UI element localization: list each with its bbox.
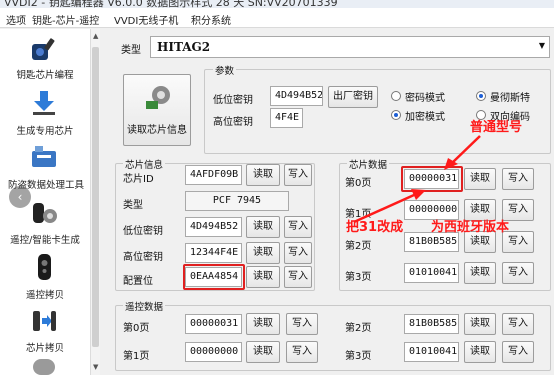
remote-page1-read-button[interactable]: 读取 xyxy=(246,341,280,363)
type-select[interactable]: HITAG2 ▼ xyxy=(150,36,550,58)
download-arrow-icon xyxy=(33,91,55,115)
chip-high-key-write-button[interactable]: 写入 xyxy=(284,242,312,264)
page0-highlight xyxy=(401,166,463,192)
chip-copy-icon xyxy=(33,311,56,331)
radio-password-mode[interactable] xyxy=(391,91,401,101)
page2-field[interactable]: 81B0B585 xyxy=(404,232,459,252)
low-key-field[interactable]: 4D494B52 xyxy=(270,86,323,106)
remote-gear-icon xyxy=(33,203,57,223)
sidebar-item-label: 生成专用芯片 xyxy=(16,126,74,137)
remote-page2-label: 第2页 xyxy=(345,323,372,334)
page0-write-button[interactable]: 写入 xyxy=(502,168,534,190)
config-bits-read-button[interactable]: 读取 xyxy=(246,266,280,288)
params-title: 参数 xyxy=(213,63,237,77)
remote-page3-read-button[interactable]: 读取 xyxy=(464,341,496,363)
remote-page0-write-button[interactable]: 写入 xyxy=(286,313,318,335)
remote-page1-write-button[interactable]: 写入 xyxy=(286,341,318,363)
annotation-change-31-tail: 为西班牙版本 xyxy=(431,220,510,235)
window-title: VVDI2 - 钥匙编程器 V6.0.0 数据图示样式 28 天 SN:VV20… xyxy=(4,0,338,8)
chevron-down-icon: ▼ xyxy=(538,41,545,50)
page3-write-button[interactable]: 写入 xyxy=(502,262,534,284)
remote-page3-label: 第3页 xyxy=(345,351,372,362)
chip-low-key-read-button[interactable]: 读取 xyxy=(246,216,280,238)
remote-page2-write-button[interactable]: 写入 xyxy=(502,313,534,335)
menu-options[interactable]: 选项 xyxy=(6,12,26,27)
page3-read-button[interactable]: 读取 xyxy=(464,262,496,284)
remote-page0-label: 第0页 xyxy=(123,323,150,334)
menu-bar: 选项 钥匙-芯片-遥控 VVDI无线子机 积分系统 xyxy=(0,8,554,28)
chip-low-key-write-button[interactable]: 写入 xyxy=(284,216,312,238)
chip-id-write-button[interactable]: 写入 xyxy=(284,164,312,186)
main-panel: 类型 HITAG2 ▼ 读取芯片信息 参数 低位密钥 4D494B52 高位密钥… xyxy=(101,29,554,375)
radio-password-mode-label: 密码模式 xyxy=(405,93,445,104)
chip-data-title: 芯片数据 xyxy=(347,157,390,171)
annotation-change-31: 把31改成 xyxy=(346,220,404,235)
radio-manchester[interactable] xyxy=(476,91,486,101)
chip-type-field: PCF 7945 xyxy=(185,191,289,211)
low-key-label: 低位密钥 xyxy=(213,95,253,106)
radio-crypto-mode[interactable] xyxy=(391,110,401,120)
sidebar-scrollbar[interactable]: ▲ ▼ xyxy=(90,29,100,375)
chip-high-key-field[interactable]: 12344F4E xyxy=(185,243,242,263)
remote-page3-field[interactable]: 01010041 xyxy=(404,342,459,362)
remote-page2-read-button[interactable]: 读取 xyxy=(464,313,496,335)
remote-copy-icon xyxy=(38,254,51,280)
prev-arrow-icon[interactable]: ‹ xyxy=(9,186,31,208)
remote-page1-label: 第1页 xyxy=(123,351,150,362)
chip-high-key-label: 高位密钥 xyxy=(123,252,163,263)
gear-icon xyxy=(33,359,55,375)
remote-page0-read-button[interactable]: 读取 xyxy=(246,313,280,335)
factory-key-button[interactable]: 出厂密钥 xyxy=(328,86,378,108)
title-bar: VVDI2 - 钥匙编程器 V6.0.0 数据图示样式 28 天 SN:VV20… xyxy=(0,0,554,8)
sidebar-item-label: 遥控拷贝 xyxy=(25,290,64,301)
chip-low-key-label: 低位密钥 xyxy=(123,226,163,237)
chip-id-label: 芯片ID xyxy=(123,174,154,185)
type-label: 类型 xyxy=(121,45,141,56)
chip-info-title: 芯片信息 xyxy=(123,157,166,171)
chip-gear-icon xyxy=(146,86,170,109)
chip-id-field[interactable]: 4AFDF09B xyxy=(185,165,242,185)
config-bits-label: 配置位 xyxy=(123,276,153,287)
config-bits-write-button[interactable]: 写入 xyxy=(284,266,312,288)
tools-icon xyxy=(32,146,56,167)
config-bits-highlight xyxy=(183,264,245,290)
remote-page0-field[interactable]: 00000031 xyxy=(185,314,242,334)
chip-low-key-field[interactable]: 4D494B52 xyxy=(185,217,242,237)
page3-field[interactable]: 01010041 xyxy=(404,263,459,283)
page0-label: 第0页 xyxy=(345,178,372,189)
remote-page3-write-button[interactable]: 写入 xyxy=(502,341,534,363)
sidebar-item-label: 钥匙芯片编程 xyxy=(16,70,74,81)
key-chip-icon xyxy=(32,38,55,60)
radio-crypto-mode-label: 加密模式 xyxy=(405,112,445,123)
high-key-label: 高位密钥 xyxy=(213,117,253,128)
high-key-field[interactable]: 4F4E xyxy=(270,108,303,128)
chip-id-read-button[interactable]: 读取 xyxy=(246,164,280,186)
chip-type-label: 类型 xyxy=(123,200,143,211)
scroll-thumb[interactable] xyxy=(92,47,99,347)
menu-points[interactable]: 积分系统 xyxy=(191,12,231,27)
menu-wireless[interactable]: VVDI无线子机 xyxy=(114,12,178,27)
sidebar-item-label: 遥控/智能卡生成 xyxy=(10,235,80,246)
sidebar-item-label: 芯片拷贝 xyxy=(25,343,64,354)
scroll-up-icon[interactable]: ▲ xyxy=(93,32,98,40)
chip-high-key-read-button[interactable]: 读取 xyxy=(246,242,280,264)
read-chip-info-label: 读取芯片信息 xyxy=(127,125,187,136)
annotation-normal-model: 普通型号 xyxy=(470,120,523,135)
type-select-value: HITAG2 xyxy=(157,40,211,54)
page3-label: 第3页 xyxy=(345,272,372,283)
radio-manchester-label: 曼彻斯特 xyxy=(490,93,530,104)
remote-data-title: 遥控数据 xyxy=(123,299,166,313)
page2-label: 第2页 xyxy=(345,241,372,252)
scroll-down-icon[interactable]: ▼ xyxy=(93,363,98,371)
page0-read-button[interactable]: 读取 xyxy=(464,168,496,190)
menu-key-chip[interactable]: 钥匙-芯片-遥控 xyxy=(32,12,99,27)
remote-page1-field[interactable]: 00000000 xyxy=(185,342,242,362)
read-chip-info-button[interactable]: 读取芯片信息 xyxy=(123,74,191,146)
remote-page2-field[interactable]: 81B0B585 xyxy=(404,314,459,334)
